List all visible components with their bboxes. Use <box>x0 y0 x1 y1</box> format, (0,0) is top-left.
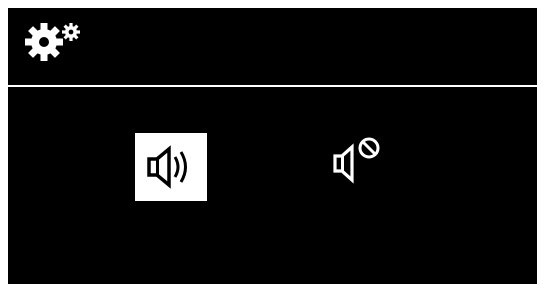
sound-on-option[interactable] <box>135 133 207 201</box>
speaker-muted-icon <box>333 137 380 184</box>
device-screen <box>8 8 537 284</box>
settings-gears-icon <box>25 23 80 61</box>
header-bar <box>8 8 537 84</box>
sound-mute-option[interactable] <box>321 125 393 193</box>
header-divider <box>8 85 537 87</box>
speaker-on-icon <box>147 145 187 189</box>
